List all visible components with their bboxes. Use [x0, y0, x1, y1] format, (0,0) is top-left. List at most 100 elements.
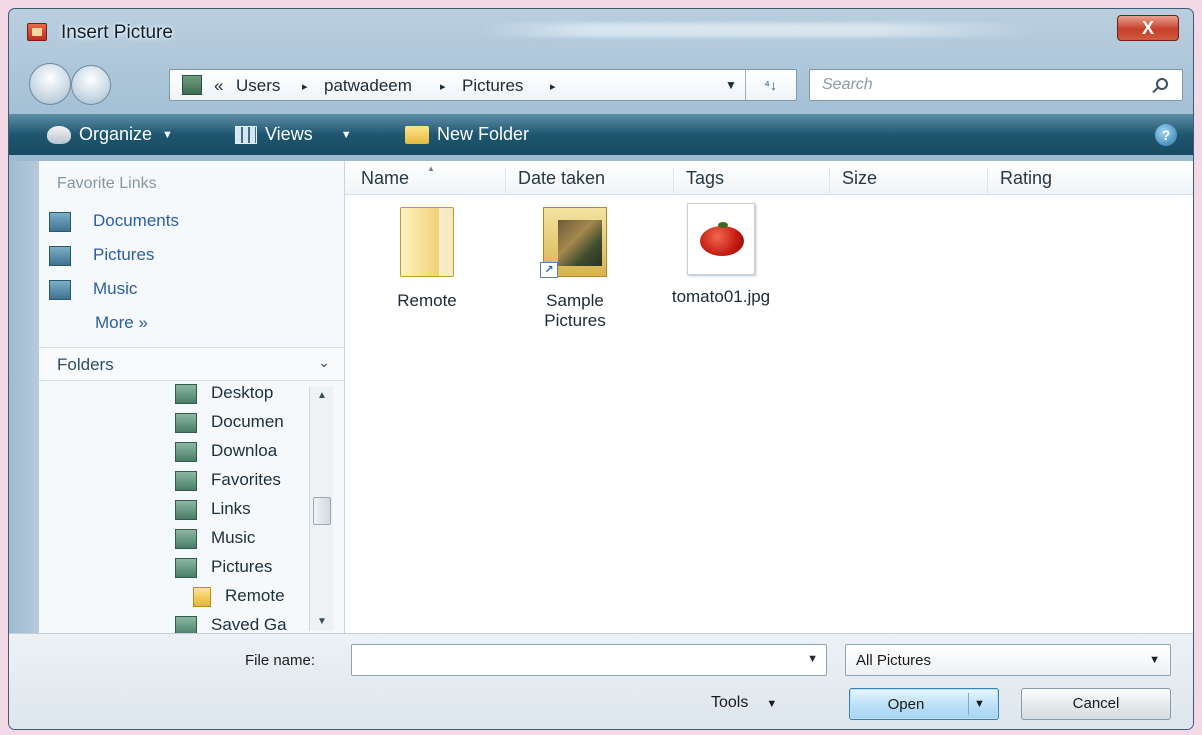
folder-tree-scrollbar[interactable]: ▲ ▼ [309, 387, 333, 631]
chevron-down-icon[interactable]: ▼ [807, 653, 818, 665]
organize-button[interactable]: Organize ▼ [47, 124, 173, 145]
back-button[interactable] [29, 63, 71, 105]
insert-picture-icon [27, 23, 47, 41]
scroll-up-icon[interactable]: ▲ [310, 387, 334, 405]
refresh-button[interactable]: ⁴↓ [745, 70, 795, 100]
favorite-link-label: Pictures [93, 245, 155, 264]
favorite-link-documents[interactable]: Documents [49, 211, 179, 237]
file-type-select[interactable]: All Pictures ▼ [845, 644, 1171, 676]
favorite-link-music[interactable]: Music [49, 279, 137, 305]
new-folder-button[interactable]: New Folder [405, 124, 529, 145]
chevron-down-icon: ▼ [162, 129, 173, 142]
column-header-tags[interactable]: Tags [673, 168, 829, 194]
folder-tree-item[interactable]: Favorites [175, 470, 309, 496]
bottom-panel: File name: ▼ All Pictures ▼ Tools ▼ Open … [9, 633, 1193, 729]
file-name-combo[interactable]: ▼ [351, 644, 827, 676]
navigation-pane: Favorite Links Documents Pictures Music … [39, 161, 345, 633]
desktop-icon [175, 383, 197, 404]
column-header-name[interactable]: ▲ Name [349, 164, 505, 194]
breadcrumb-pictures[interactable]: Pictures [462, 76, 523, 96]
folder-shortcut-icon: ↗ [540, 207, 607, 278]
links-icon [175, 499, 197, 520]
open-button[interactable]: Open ▼ [849, 688, 999, 720]
folder-tree-item[interactable]: Documen [175, 412, 309, 438]
file-item-tomato01[interactable]: tomato01.jpg [651, 203, 791, 307]
tools-button[interactable]: Tools ▼ [711, 694, 777, 712]
chevron-down-icon: ▼ [1149, 654, 1160, 666]
open-options-chevron-icon[interactable]: ▼ [968, 693, 990, 715]
new-folder-label: New Folder [437, 124, 530, 144]
file-item-label: Remote [397, 291, 457, 310]
file-item-label: Sample [546, 291, 604, 310]
views-label: Views [265, 124, 313, 144]
breadcrumb-users[interactable]: Users [236, 76, 280, 96]
tomato-icon [700, 226, 744, 256]
folder-icon [400, 207, 454, 277]
frame-edge [9, 161, 39, 633]
title-bar: Insert Picture X [9, 9, 1193, 53]
close-button[interactable]: X [1117, 15, 1179, 41]
cancel-button[interactable]: Cancel [1021, 688, 1171, 720]
scrollbar-thumb[interactable] [313, 497, 331, 525]
column-header-label: Name [361, 168, 410, 188]
folder-tree-item[interactable]: Downloa [175, 441, 309, 467]
breadcrumb-patwadeem[interactable]: patwadeem [324, 76, 412, 96]
shortcut-arrow-icon: ↗ [540, 262, 558, 278]
folder-tree-label: Favorites [211, 470, 281, 489]
folder-tree-item[interactable]: Pictures [175, 557, 309, 583]
forward-button[interactable] [71, 65, 111, 105]
folder-tree-item[interactable]: Music [175, 528, 309, 554]
breadcrumb-separator[interactable]: ▸ [302, 80, 308, 93]
more-links-button[interactable]: More » [95, 313, 148, 333]
breadcrumb-separator[interactable]: ▸ [440, 80, 446, 93]
views-icon [235, 126, 257, 145]
favorite-link-pictures[interactable]: Pictures [49, 245, 154, 271]
favorite-link-label: Documents [93, 211, 179, 230]
file-name-input[interactable] [356, 645, 796, 673]
organize-label: Organize [79, 124, 153, 144]
folders-label: Folders [57, 355, 114, 374]
column-header-rating[interactable]: Rating [987, 168, 1177, 194]
search-icon[interactable] [1156, 78, 1168, 90]
file-item-label: tomato01.jpg [671, 287, 771, 306]
organize-icon [47, 126, 71, 145]
command-toolbar: Organize ▼ Views ▼ New Folder ? [9, 113, 1193, 155]
favorite-link-label: Music [93, 279, 138, 298]
file-type-value: All Pictures [856, 652, 932, 669]
folder-tree-item[interactable]: Remote [193, 586, 327, 612]
help-icon[interactable]: ? [1155, 124, 1177, 146]
image-thumbnail [687, 203, 755, 275]
chevron-down-icon: ▼ [766, 698, 778, 710]
breadcrumb-separator[interactable]: ▸ [550, 80, 556, 93]
column-header-date-taken[interactable]: Date taken [505, 168, 673, 194]
column-header-size[interactable]: Size [829, 168, 987, 194]
window-title: Insert Picture [61, 22, 173, 43]
views-button[interactable]: Views ▼ [235, 124, 352, 145]
search-box[interactable] [809, 69, 1183, 101]
new-folder-icon [405, 126, 429, 145]
documents-icon [49, 211, 71, 232]
documents-icon [175, 412, 197, 433]
insert-picture-dialog: Insert Picture X « Users ▸ patwadeem ▸ P… [8, 8, 1194, 730]
address-overflow[interactable]: « [214, 76, 223, 96]
open-label: Open [887, 696, 925, 713]
folder-tree-item[interactable]: Saved Ga [175, 615, 309, 633]
pictures-icon [175, 557, 197, 578]
thumbnail: ↗ [505, 207, 645, 283]
address-bar[interactable]: « Users ▸ patwadeem ▸ Pictures ▸ ▼ ⁴↓ [169, 69, 797, 101]
file-item-sample-pictures[interactable]: ↗ Sample Pictures [505, 203, 645, 331]
chevron-down-icon: ⌄ [318, 354, 330, 370]
folder-tree-item[interactable]: Links [175, 499, 309, 525]
scroll-down-icon[interactable]: ▼ [310, 613, 334, 631]
folder-icon [193, 586, 211, 607]
saved-games-icon [175, 615, 197, 633]
chevron-down-icon: ▼ [340, 129, 352, 142]
music-icon [175, 528, 197, 549]
folder-tree-item[interactable]: Desktop [175, 383, 309, 409]
search-input[interactable] [822, 74, 1142, 96]
address-dropdown-icon[interactable]: ▼ [725, 78, 737, 92]
file-item-remote[interactable]: Remote [357, 203, 497, 311]
thumbnail [357, 207, 497, 283]
folders-toggle[interactable]: Folders ⌄ [39, 347, 344, 381]
title-blur [479, 23, 1039, 37]
